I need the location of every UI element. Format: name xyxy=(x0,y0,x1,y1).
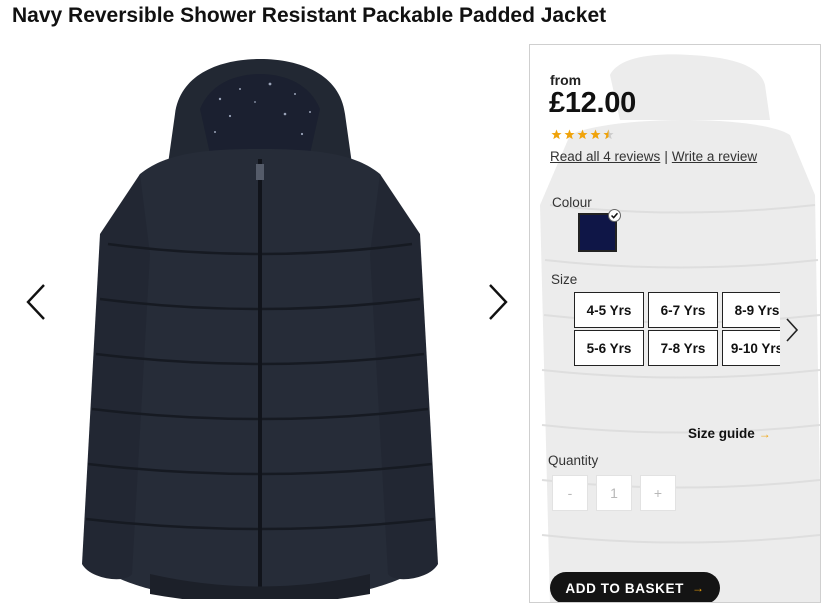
arrow-right-icon: → xyxy=(691,581,705,595)
star-icon xyxy=(590,129,601,140)
size-options: 4-5 Yrs 6-7 Yrs 8-9 Yrs 5-6 Yrs 7-8 Yrs … xyxy=(574,292,780,368)
quantity-input[interactable]: 1 xyxy=(596,475,632,511)
product-image xyxy=(82,59,438,599)
rating-stars xyxy=(551,129,614,143)
chevron-left-icon xyxy=(26,284,45,320)
chevron-right-icon xyxy=(489,284,508,320)
size-option[interactable]: 4-5 Yrs xyxy=(574,292,644,328)
size-option[interactable]: 9-10 Yrs xyxy=(722,330,780,366)
read-reviews-link[interactable]: Read all 4 reviews xyxy=(550,149,660,164)
star-icon xyxy=(564,129,575,140)
product-gallery xyxy=(0,44,525,603)
star-icon xyxy=(551,129,562,140)
write-review-link[interactable]: Write a review xyxy=(672,149,757,164)
star-half-icon xyxy=(603,129,614,140)
gallery-prev-button[interactable] xyxy=(24,282,48,322)
quantity-decrease-button[interactable]: - xyxy=(552,475,588,511)
price: £12.00 xyxy=(549,87,636,119)
quantity-increase-button[interactable]: + xyxy=(640,475,676,511)
add-to-basket-button[interactable]: ADD TO BASKET → xyxy=(550,572,720,602)
reviews-links: Read all 4 reviews | Write a review xyxy=(550,149,757,164)
size-option[interactable]: 5-6 Yrs xyxy=(574,330,644,366)
sizes-next-button[interactable] xyxy=(785,317,799,343)
size-option[interactable]: 6-7 Yrs xyxy=(648,292,718,328)
quantity-stepper: - 1 + xyxy=(552,475,676,511)
star-icon xyxy=(577,129,588,140)
page-title: Navy Reversible Shower Resistant Packabl… xyxy=(12,4,607,27)
size-option[interactable]: 8-9 Yrs xyxy=(722,292,780,328)
purchase-panel: from £12.00 Read all 4 reviews | Write a r… xyxy=(529,44,821,603)
quantity-label: Quantity xyxy=(548,453,599,468)
price-prefix: from xyxy=(550,72,582,88)
chevron-right-icon xyxy=(786,318,799,342)
arrow-right-icon: → xyxy=(758,427,771,441)
size-label: Size xyxy=(551,272,578,287)
add-to-basket-label: ADD TO BASKET xyxy=(565,580,684,596)
size-option[interactable]: 7-8 Yrs xyxy=(648,330,718,366)
check-icon xyxy=(608,209,621,222)
size-guide-label: Size guide xyxy=(688,426,755,441)
reviews-separator: | xyxy=(664,149,668,164)
colour-label: Colour xyxy=(552,195,592,210)
size-guide-link[interactable]: Size guide → xyxy=(688,426,771,441)
gallery-next-button[interactable] xyxy=(486,282,510,322)
